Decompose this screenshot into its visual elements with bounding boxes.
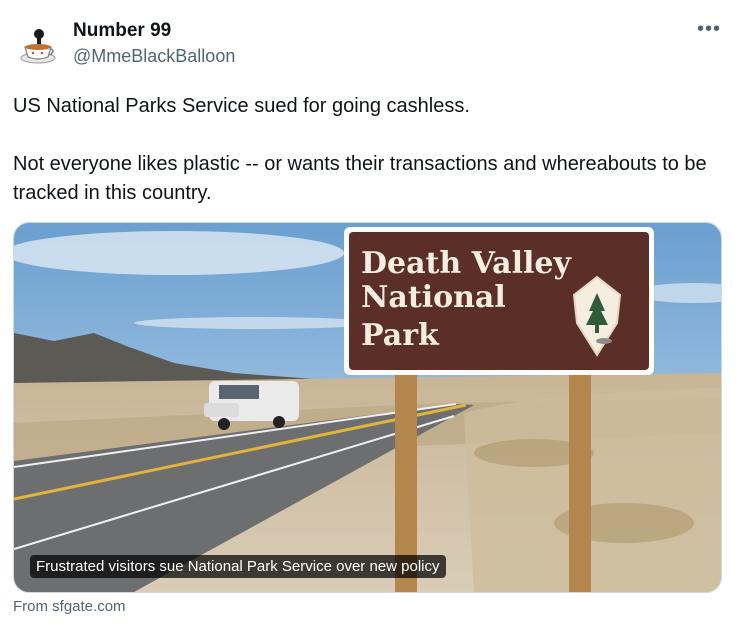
sign-line-2: National (361, 280, 506, 315)
link-card[interactable]: Death Valley National Park Frustrated vi… (13, 222, 722, 593)
tweet-text: US National Parks Service sued for going… (13, 92, 713, 208)
author-display-name[interactable]: Number 99 (73, 20, 171, 42)
tweet-line-2: Not everyone likes plastic -- or wants t… (13, 153, 707, 204)
sign-line-1: Death Valley (361, 246, 572, 281)
more-options-icon[interactable]: ••• (697, 18, 721, 41)
author-handle[interactable]: @MmeBlackBalloon (73, 46, 235, 67)
card-source-link[interactable]: From sfgate.com (13, 598, 126, 615)
sign-line-3: Park (361, 318, 440, 353)
card-caption: Frustrated visitors sue National Park Se… (30, 555, 446, 578)
tweet-line-1: US National Parks Service sued for going… (13, 95, 470, 117)
teacup-avatar-icon (14, 22, 62, 70)
avatar[interactable] (14, 22, 62, 70)
card-image: Death Valley National Park (14, 223, 721, 592)
